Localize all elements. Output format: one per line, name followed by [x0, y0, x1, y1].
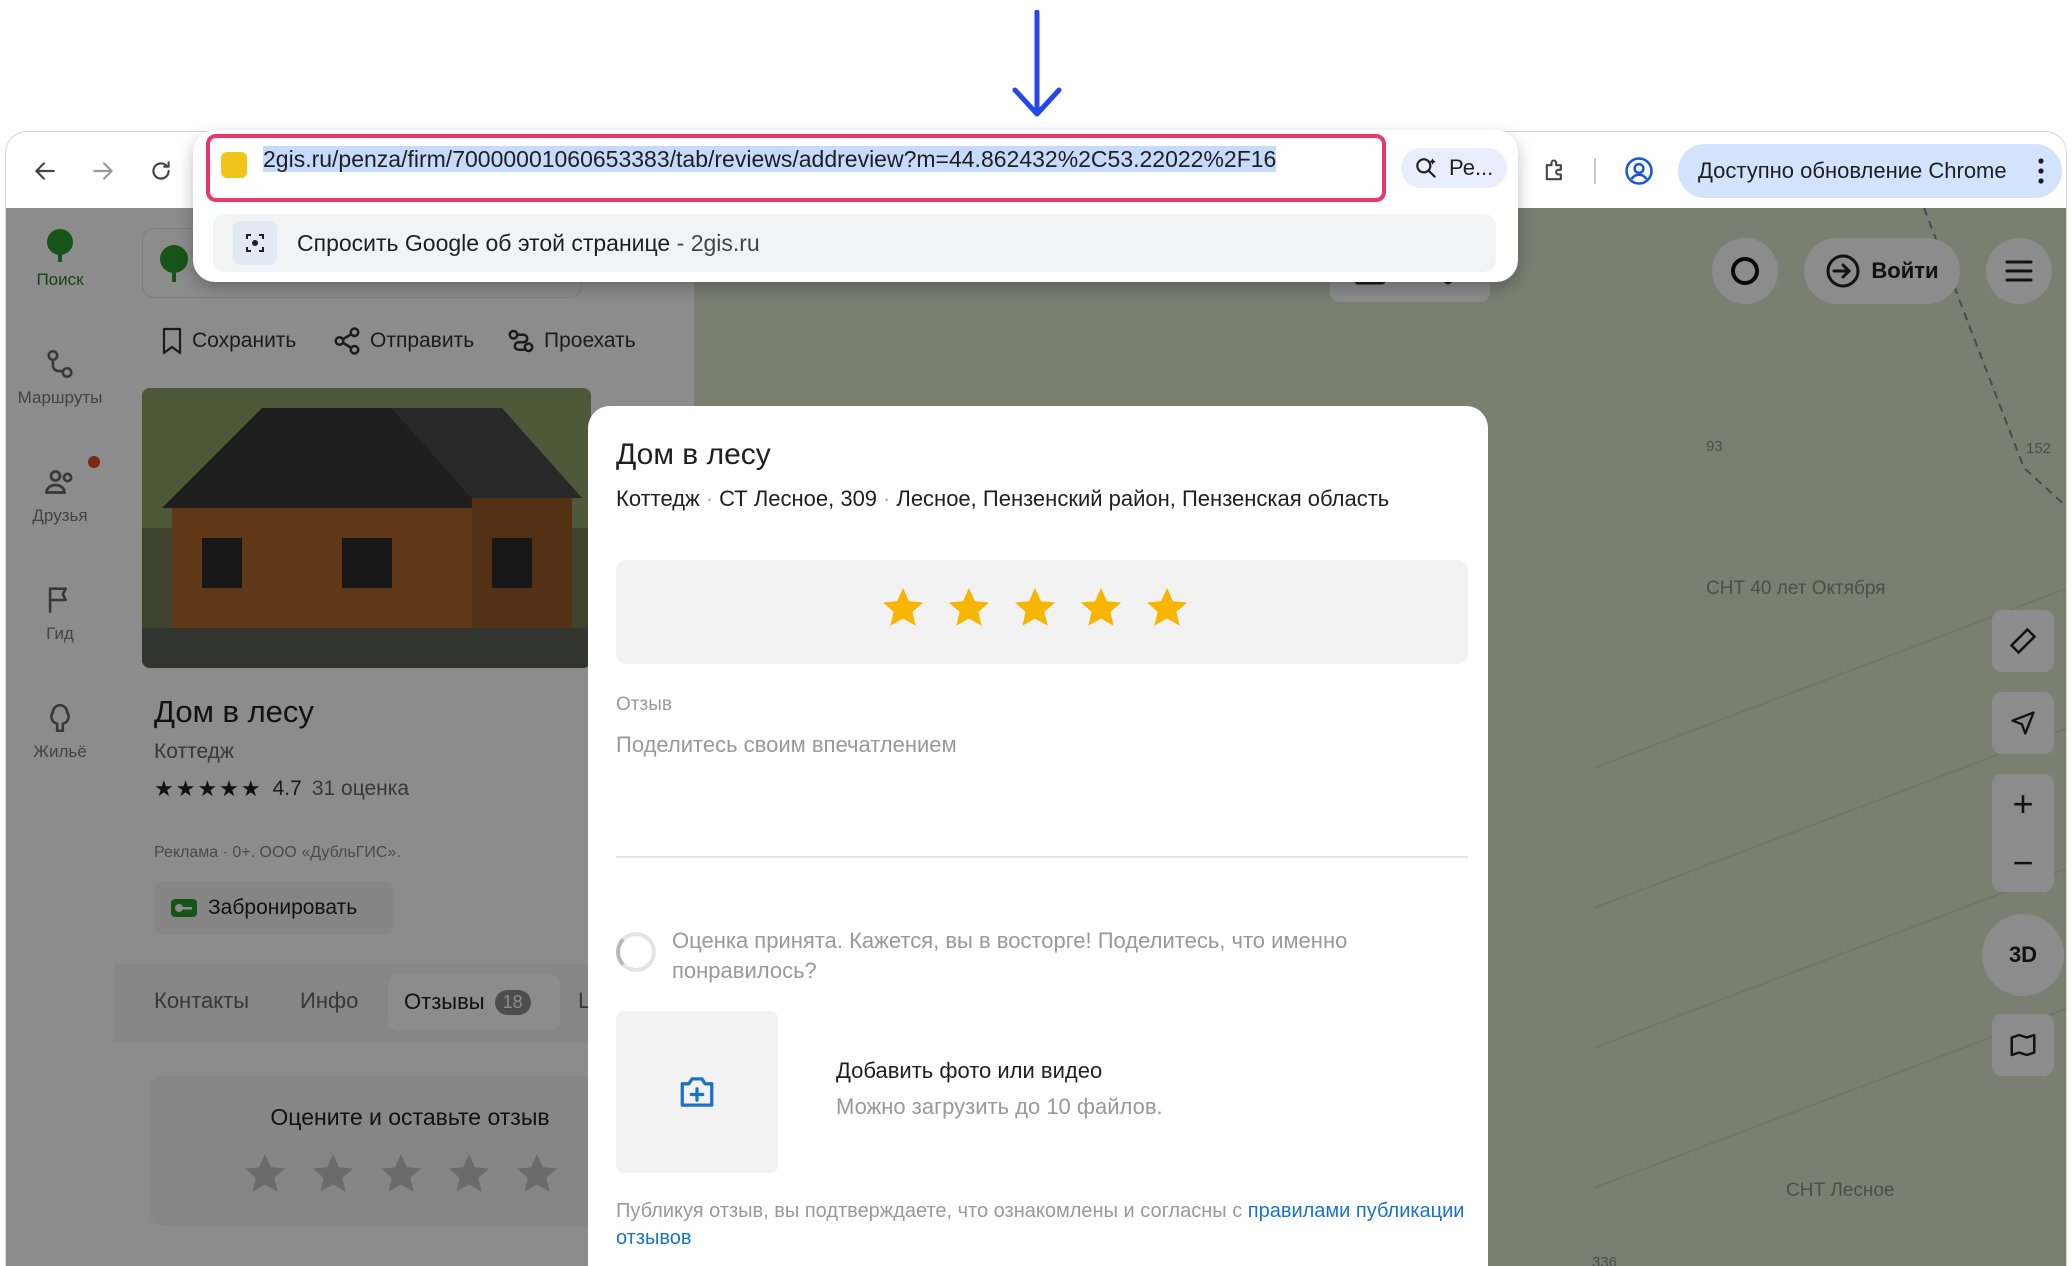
upload-button[interactable]: [616, 1011, 778, 1173]
suggestion-label: Спросить Google об этой странице: [297, 229, 671, 256]
extensions-button[interactable]: [1534, 150, 1576, 192]
address-bar-input[interactable]: 2gis.ru/penza/firm/70000001060653383/tab…: [263, 146, 1363, 180]
reload-button[interactable]: [142, 152, 180, 190]
star-icon[interactable]: [880, 586, 926, 630]
rating-hint: Оценка принята. Кажется, вы в восторге! …: [616, 926, 1432, 986]
lens-page-icon: [233, 221, 277, 265]
modal-address: Коттедж · СТ Лесное, 309 · Лесное, Пензенски…: [616, 486, 1389, 512]
suggestion-text: Спросить Google об этой странице - 2gis.…: [297, 230, 760, 257]
star-icon[interactable]: [1144, 586, 1190, 630]
suggestion-ask-google[interactable]: Спросить Google об этой странице - 2gis.…: [213, 214, 1496, 272]
suggestion-host: 2gis.ru: [690, 229, 760, 256]
upload-subtitle: Можно загрузить до 10 файлов.: [836, 1094, 1163, 1119]
site-favicon: [221, 152, 247, 178]
rating-box: [616, 560, 1468, 664]
address-type: Коттедж: [616, 486, 700, 511]
puzzle-icon: [1545, 159, 1562, 181]
address-street: СТ Лесное, 309: [719, 486, 878, 511]
reload-icon: [152, 161, 170, 180]
lens-search-icon: [1416, 158, 1436, 178]
arrow-right-icon: [93, 162, 113, 180]
upload-title: Добавить фото или видео: [836, 1058, 1103, 1083]
chrome-update-button[interactable]: Доступно обновление Chrome: [1678, 144, 2062, 198]
lens-button[interactable]: Ре...: [1401, 148, 1507, 188]
loading-spinner-icon: [616, 932, 656, 972]
legal-text: Публикуя отзыв, вы подтверждаете, что оз…: [616, 1200, 1248, 1222]
legal-notice: Публикуя отзыв, вы подтверждаете, что оз…: [616, 1198, 1468, 1252]
review-modal: Дом в лесу Коттедж · СТ Лесное, 309 · Лесное…: [588, 406, 1488, 1266]
annotation-arrow: [1012, 10, 1062, 117]
rating-stars: [880, 586, 1190, 630]
forward-button[interactable]: [84, 152, 122, 190]
star-icon[interactable]: [1078, 586, 1124, 630]
profile-button[interactable]: [1618, 150, 1660, 192]
toolbar-divider: [1594, 158, 1596, 184]
back-button[interactable]: [26, 152, 64, 190]
url-text: 2gis.ru/penza/firm/70000001060653383/tab…: [263, 146, 1277, 172]
profile-icon: [1625, 157, 1653, 185]
suggestion-separator: -: [670, 229, 691, 256]
address-separator: ·: [883, 486, 891, 511]
address-separator: ·: [705, 486, 714, 511]
review-label: Отзыв: [616, 694, 672, 715]
more-vert-icon: [2038, 158, 2044, 184]
address-region: Лесное, Пензенский район, Пензенская обл…: [896, 486, 1390, 511]
modal-title: Дом в лесу: [616, 438, 771, 471]
star-icon[interactable]: [1012, 586, 1058, 630]
omnibox-dropdown: 2gis.ru/penza/firm/70000001060653383/tab…: [193, 130, 1518, 282]
review-textarea[interactable]: [616, 722, 1468, 858]
lens-label: Ре...: [1449, 155, 1494, 180]
arrow-left-icon: [35, 162, 55, 180]
update-label: Доступно обновление Chrome: [1698, 158, 2007, 183]
star-icon[interactable]: [946, 586, 992, 630]
camera-plus-icon: [680, 1077, 714, 1107]
hint-text: Оценка принята. Кажется, вы в восторге! …: [672, 928, 1348, 983]
